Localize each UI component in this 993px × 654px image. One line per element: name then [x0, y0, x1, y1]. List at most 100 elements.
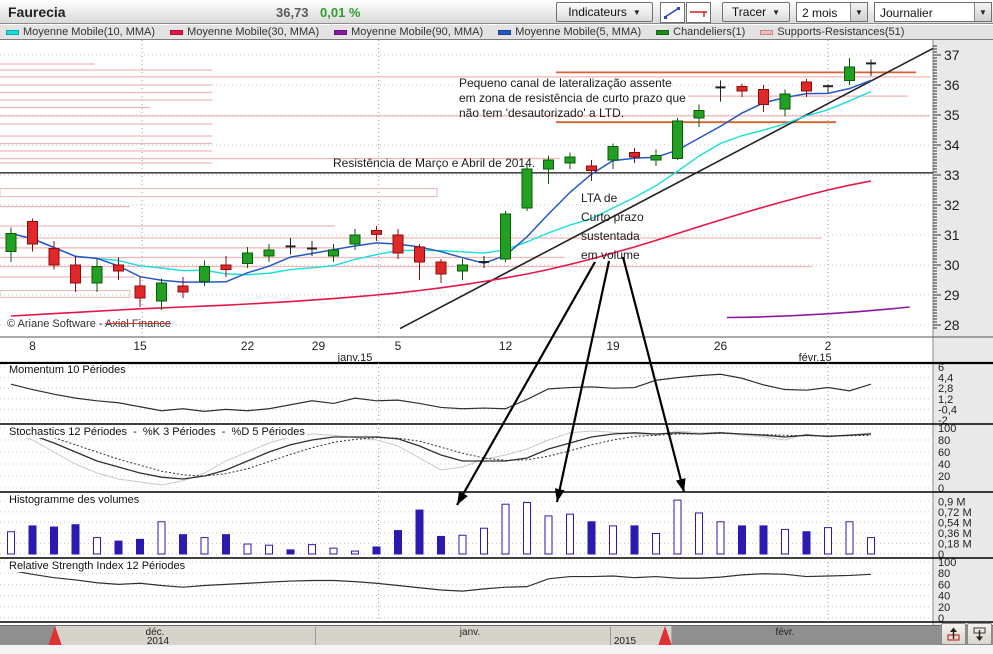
collapse-down-icon — [973, 627, 986, 641]
tracer-button[interactable]: Tracer ▼ — [722, 2, 790, 22]
svg-text:32: 32 — [944, 197, 960, 213]
volume-bar — [7, 531, 15, 555]
diagonal-line-icon — [664, 7, 680, 19]
svg-text:15: 15 — [133, 339, 147, 353]
pane-collapse-button[interactable] — [967, 623, 992, 645]
candle-down — [629, 152, 640, 158]
candle-down — [435, 261, 447, 275]
volume-panel-title: Histogramme des volumes — [7, 494, 142, 506]
svg-text:40: 40 — [938, 591, 950, 603]
annotation-resistance-note: Resistência de Março e Abril de 2014. — [333, 156, 536, 170]
axial-finance-link[interactable]: Axial Finance — [105, 318, 171, 330]
svg-text:35: 35 — [944, 107, 960, 123]
volume-bar — [544, 515, 553, 555]
candle-down — [586, 165, 597, 171]
volume-bar — [458, 534, 467, 555]
charts-canvas[interactable]: 282930313233343536378 15 22 29 5 12 19 26 2janv.… — [0, 40, 993, 625]
volume-bar — [437, 535, 445, 555]
mm5-line — [10, 79, 872, 283]
candle-up — [349, 234, 361, 245]
candle-down — [48, 248, 60, 266]
momentum-line — [10, 373, 872, 412]
candle-up — [199, 266, 210, 282]
volume-bar — [222, 534, 230, 555]
volume-bar — [673, 499, 682, 555]
candle-down — [220, 264, 232, 270]
volume-bar — [50, 526, 58, 555]
indicators-button[interactable]: Indicateurs ▼ — [556, 2, 653, 22]
timeline-scrollbar[interactable]: déc. 2014 janv. 2015 févr. — [0, 625, 993, 647]
timeline-month-jan: janv. — [459, 627, 481, 638]
annotation-channel-note: Pequeno canal de lateralização assente e… — [459, 76, 686, 120]
copyright-label: © Ariane Software - Axial Finance — [7, 318, 172, 330]
chevron-down-icon[interactable]: ▼ — [974, 3, 991, 21]
svg-text:19: 19 — [606, 339, 620, 353]
timeline-divider — [315, 627, 316, 645]
volume-bar — [179, 534, 187, 555]
legend-item-candles: Chandeliers(1) — [656, 26, 745, 38]
candle-down — [801, 81, 812, 92]
volume-bar — [28, 525, 37, 555]
chevron-down-icon[interactable]: ▼ — [850, 3, 867, 21]
volume-bar — [200, 537, 209, 555]
draw-trendline-tool-button[interactable] — [660, 2, 685, 23]
svg-text:12: 12 — [499, 339, 513, 353]
arrow-line — [456, 261, 596, 506]
period-select[interactable]: 2 mois ▼ — [796, 2, 868, 22]
annotation-arrows — [456, 256, 686, 506]
candle-down — [70, 264, 81, 284]
timeline-range-marker-left[interactable] — [48, 626, 62, 646]
stochastics-panel-title: Stochastics 12 Périodes - %K 3 Périodes … — [7, 426, 307, 438]
svg-text:100: 100 — [938, 423, 956, 435]
svg-text:34: 34 — [944, 137, 960, 153]
rsi-panel-title: Relative Strength Index 12 Périodes — [7, 560, 188, 572]
volume-bar — [243, 543, 252, 555]
svg-text:2: 2 — [825, 339, 832, 353]
svg-text:29: 29 — [944, 287, 960, 303]
candle-up — [263, 249, 275, 257]
timeline-range-marker-right[interactable] — [658, 626, 672, 646]
svg-text:80: 80 — [938, 568, 950, 580]
chart-area[interactable]: 28 29 30 31 32 33 34 35 36 37 8 15 22 29 5 12 19 26 2 janv.… — [0, 40, 993, 625]
legend-swatch — [334, 29, 348, 35]
x-axis-labels: 8 15 22 29 5 12 19 26 2janv.15 févr.15 — [29, 339, 832, 364]
legend-item-supports: Supports-Resistances(51) — [760, 26, 904, 38]
legend-swatch — [170, 29, 184, 35]
momentum-panel-title: Momentum 10 Périodes — [7, 364, 128, 376]
candle-up — [564, 156, 576, 164]
candle-down — [113, 264, 124, 272]
svg-text:36: 36 — [944, 77, 960, 93]
mm90-line — [726, 306, 910, 319]
horizontal-line-icon — [690, 11, 707, 17]
candle-down — [736, 86, 748, 92]
volume-bar — [157, 521, 166, 555]
volume-bar — [523, 501, 531, 555]
annotation-lta-note: LTA de Curto prazo sustentada em volume — [581, 191, 644, 262]
volume-bar — [781, 528, 789, 555]
draw-horizontal-line-tool-button[interactable] — [686, 2, 711, 23]
svg-text:20: 20 — [938, 471, 950, 483]
arrow-line — [555, 260, 611, 503]
arrow-head — [675, 478, 686, 492]
candle-down — [758, 89, 769, 105]
volume-bar — [824, 527, 832, 555]
svg-text:40: 40 — [938, 459, 950, 471]
volume-bar — [695, 512, 703, 555]
pane-expand-button[interactable] — [941, 623, 966, 645]
chevron-down-icon: ▼ — [772, 7, 781, 17]
legend-swatch — [498, 29, 512, 35]
volume-bar — [566, 513, 574, 555]
panel-grid: 64,42,81,2-0,4-2 — [0, 362, 957, 427]
svg-text:33: 33 — [944, 167, 960, 183]
volume-bar — [630, 525, 639, 555]
volume-bar — [716, 521, 725, 555]
stoch-raw-line — [10, 430, 872, 486]
candle-down — [371, 230, 382, 235]
volume-bar — [609, 525, 617, 555]
candle-down — [27, 221, 38, 245]
frequency-select[interactable]: Journalier ▼ — [874, 2, 992, 22]
candle-up — [91, 266, 103, 284]
volume-bar — [286, 549, 295, 555]
volume-bar — [480, 527, 488, 555]
volume-bar — [759, 525, 768, 555]
